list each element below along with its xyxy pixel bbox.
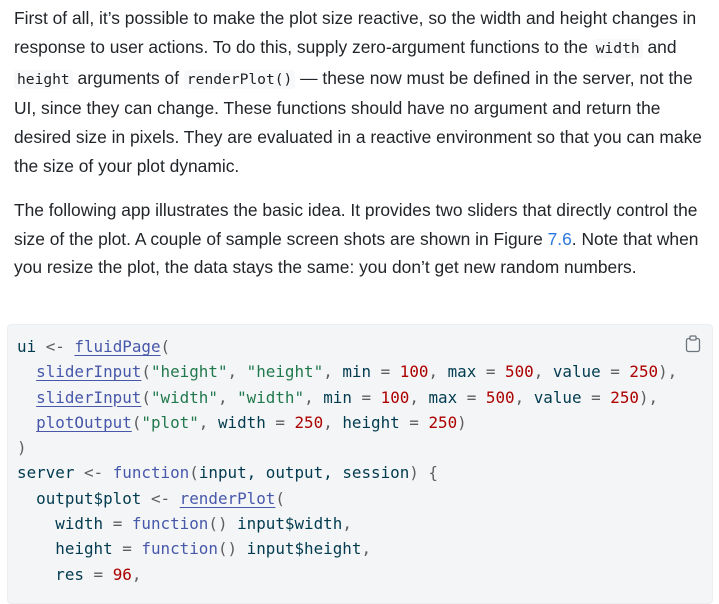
- inline-code-height: height: [14, 69, 73, 89]
- figure-link[interactable]: 7.6: [548, 229, 572, 249]
- inline-code-renderplot: renderPlot(): [183, 69, 296, 89]
- code-line: width = function() input$width,: [55, 514, 352, 534]
- code-link-renderplot[interactable]: renderPlot: [180, 489, 276, 508]
- code-line: ui <- fluidPage(: [17, 337, 171, 356]
- code-link-sliderinput[interactable]: sliderInput: [36, 388, 141, 407]
- text: and: [642, 36, 677, 57]
- code-link-sliderinput[interactable]: sliderInput: [36, 362, 141, 381]
- code-line: output$plot <- renderPlot(: [36, 488, 285, 508]
- code-link-plotoutput[interactable]: plotOutput: [36, 413, 132, 432]
- code-line: plotOutput("plot", width = 250, height =…: [36, 412, 467, 432]
- article-content: First of all, it’s possible to make the …: [14, 4, 714, 282]
- code-line: sliderInput("width", "width", min = 100,…: [36, 387, 659, 407]
- code-block: ui <- fluidPage( sliderInput("height", "…: [7, 324, 713, 604]
- paragraph-app-illustration: The following app illustrates the basic …: [14, 196, 714, 282]
- code-line: sliderInput("height", "height", min = 10…: [36, 362, 678, 382]
- code-line: server <- function(input, output, sessio…: [17, 463, 438, 483]
- copy-icon[interactable]: [685, 335, 701, 353]
- code-link-fluidpage[interactable]: fluidPage: [74, 337, 160, 356]
- paragraph-reactive-plot-size: First of all, it’s possible to make the …: [14, 4, 714, 181]
- code-line: res = 96,: [55, 564, 142, 584]
- code-listing: ui <- fluidPage( sliderInput("height", "…: [17, 334, 677, 587]
- code-line: height = function() input$height,: [55, 539, 372, 559]
- code-line: ): [17, 438, 27, 458]
- inline-code-width: width: [592, 38, 643, 58]
- text: arguments of: [72, 67, 184, 88]
